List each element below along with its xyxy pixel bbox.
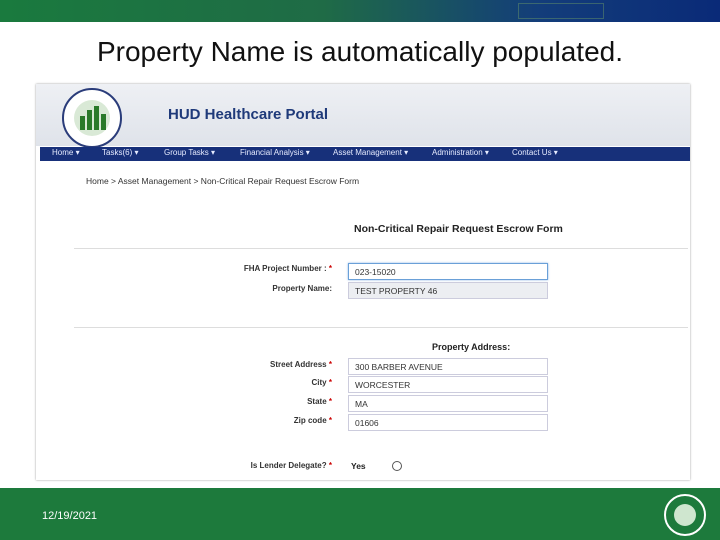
hud-seal-icon <box>62 88 122 148</box>
street-address-input[interactable]: 300 BARBER AVENUE <box>348 358 548 375</box>
street-address-label: Street Address * <box>270 360 332 369</box>
property-name-field: TEST PROPERTY 46 <box>348 282 548 299</box>
portal-title: HUD Healthcare Portal <box>168 106 329 123</box>
fha-label: FHA Project Number : * <box>243 264 332 273</box>
fha-project-number-input[interactable]: 023-15020 <box>348 263 548 280</box>
nav-tasks[interactable]: Tasks(6) ▾ <box>102 148 138 157</box>
hud-seal-icon <box>664 494 706 536</box>
nav-financial-analysis[interactable]: Financial Analysis ▾ <box>240 148 310 157</box>
main-nav: Home ▾ Tasks(6) ▾ Group Tasks ▾ Financia… <box>40 147 690 161</box>
yes-option-label: Yes <box>351 461 366 471</box>
nav-contact-us[interactable]: Contact Us ▾ <box>512 148 558 157</box>
top-banner <box>0 0 720 22</box>
form-title: Non-Critical Repair Request Escrow Form <box>354 223 563 235</box>
portal-screenshot: HUD Healthcare Portal Home ▾ Tasks(6) ▾ … <box>36 84 690 480</box>
slide-title: Property Name is automatically populated… <box>96 36 624 67</box>
zip-code-label: Zip code * <box>293 416 332 425</box>
nav-home[interactable]: Home ▾ <box>52 148 80 157</box>
portal-header: HUD Healthcare Portal <box>36 84 690 148</box>
state-label: State * <box>307 397 332 406</box>
slide-date: 12/19/2021 <box>42 510 98 522</box>
nav-asset-management[interactable]: Asset Management ▾ <box>333 148 408 157</box>
breadcrumb: Home > Asset Management > Non-Critical R… <box>86 176 360 186</box>
lender-delegate-label: Is Lender Delegate? * <box>250 461 332 470</box>
zip-code-input[interactable]: 01606 <box>348 414 548 431</box>
nav-administration[interactable]: Administration ▾ <box>432 148 489 157</box>
divider <box>74 327 688 328</box>
city-input[interactable]: WORCESTER <box>348 376 548 393</box>
footer-bar: 12/19/2021 <box>0 488 720 540</box>
property-address-title: Property Address: <box>432 342 511 352</box>
divider <box>74 248 688 249</box>
nav-group-tasks[interactable]: Group Tasks ▾ <box>164 148 215 157</box>
city-label: City * <box>311 378 332 387</box>
radio-button-icon[interactable] <box>392 461 402 471</box>
state-input[interactable]: MA <box>348 395 548 412</box>
property-name-label: Property Name: <box>272 284 332 293</box>
banner-decoration <box>518 3 604 19</box>
